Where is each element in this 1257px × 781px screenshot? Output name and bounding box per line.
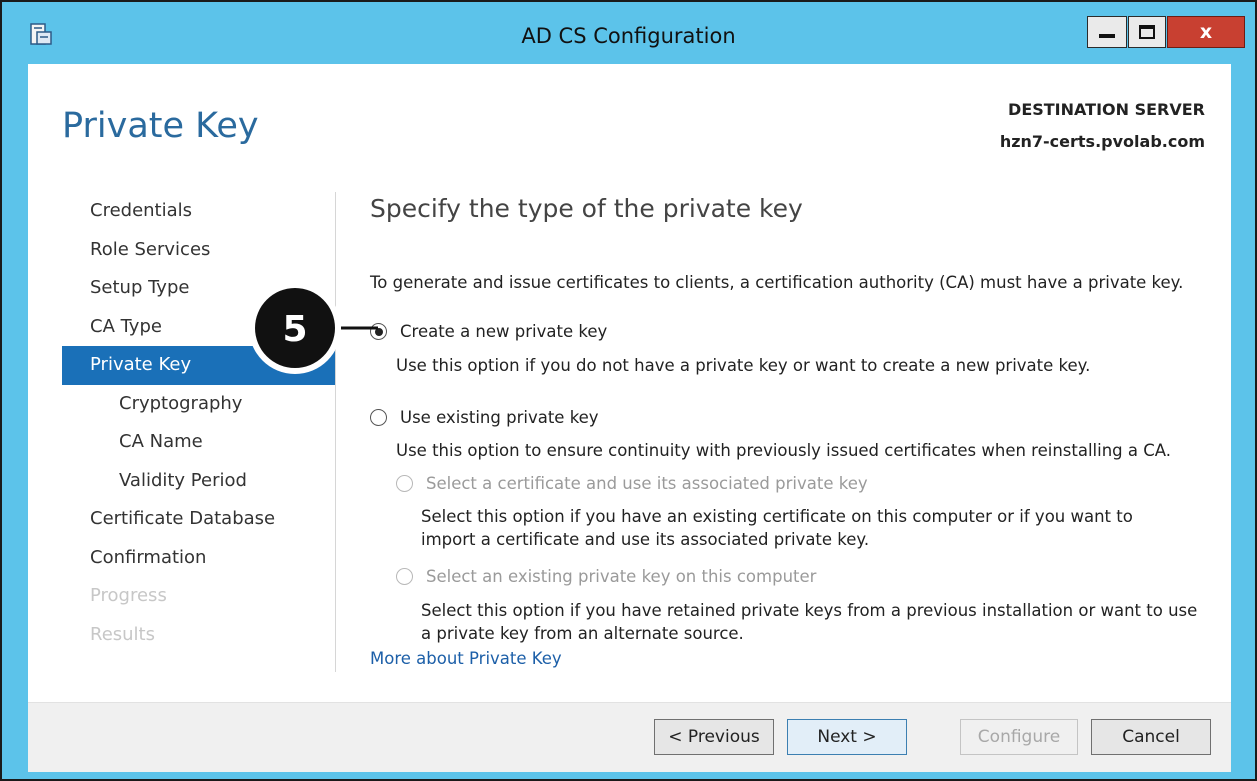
title-bar[interactable]: AD CS Configuration x [2, 2, 1255, 64]
minimize-button[interactable] [1087, 16, 1127, 48]
radio-create-new-key[interactable]: Create a new private key [370, 322, 607, 341]
nav-item-ca-name[interactable]: CA Name [62, 423, 336, 462]
destination-label: DESTINATION SERVER [1008, 100, 1205, 119]
select-existing-key-desc: Select this option if you have retained … [421, 601, 1198, 643]
wizard-body: Private Key DESTINATION SERVER hzn7-cert… [28, 64, 1231, 772]
nav-item-role-services[interactable]: Role Services [62, 231, 336, 270]
nav-item-credentials[interactable]: Credentials [62, 192, 336, 231]
radio-button-disabled[interactable] [396, 475, 413, 492]
nav-item-cryptography[interactable]: Cryptography [62, 385, 336, 424]
radio-button-disabled[interactable] [396, 568, 413, 585]
nav-item-certificate-database[interactable]: Certificate Database [62, 500, 336, 539]
select-certificate-desc: Select this option if you have an existi… [421, 507, 1133, 549]
window-frame: AD CS Configuration x Private Key DESTIN… [0, 0, 1257, 781]
intro-text: To generate and issue certificates to cl… [370, 273, 1184, 292]
radio-create-new-key-label: Create a new private key [400, 322, 608, 341]
nav-item-results: Results [90, 623, 155, 645]
maximize-button[interactable] [1128, 16, 1166, 48]
use-existing-key-desc: Use this option to ensure continuity wit… [396, 441, 1172, 460]
configure-button: Configure [960, 719, 1078, 755]
radio-use-existing-key[interactable]: Use existing private key [370, 408, 599, 427]
wizard-footer: < Previous Next > Configure Cancel [28, 702, 1231, 772]
previous-button[interactable]: < Previous [654, 719, 774, 755]
radio-select-existing-key[interactable]: Select an existing private key on this c… [396, 567, 816, 586]
cancel-button[interactable]: Cancel [1091, 719, 1211, 755]
next-button[interactable]: Next > [787, 719, 907, 755]
create-new-key-desc: Use this option if you do not have a pri… [396, 356, 1091, 375]
callout-number: 5 [282, 309, 307, 350]
close-icon: x [1199, 21, 1213, 43]
close-button[interactable]: x [1167, 16, 1245, 48]
window-title: AD CS Configuration [521, 24, 736, 48]
destination-name: hzn7-certs.pvolab.com [999, 132, 1205, 151]
destination-server: DESTINATION SERVER hzn7-certs.pvolab.com [1000, 94, 1205, 158]
nav-item-confirmation[interactable]: Confirmation [62, 539, 336, 578]
more-about-private-key-link[interactable]: More about Private Key [370, 649, 562, 668]
step-callout: 5 [249, 282, 378, 374]
nav-divider [335, 192, 336, 672]
radio-button-unchecked[interactable] [370, 409, 387, 426]
minimize-icon [1099, 34, 1115, 38]
radio-select-existing-key-label: Select an existing private key on this c… [426, 567, 817, 586]
page-title: Private Key [62, 106, 259, 146]
nav-item-progress: Progress [90, 585, 167, 606]
content-heading: Specify the type of the private key [370, 194, 803, 223]
radio-select-certificate-label: Select a certificate and use its associa… [426, 474, 868, 493]
radio-use-existing-key-label: Use existing private key [400, 408, 599, 427]
nav-item-validity-period[interactable]: Validity Period [62, 462, 336, 501]
radio-select-certificate[interactable]: Select a certificate and use its associa… [396, 474, 868, 493]
wizard-nav: Credentials Role Services Setup Type CA … [62, 192, 336, 654]
maximize-icon [1139, 25, 1155, 39]
